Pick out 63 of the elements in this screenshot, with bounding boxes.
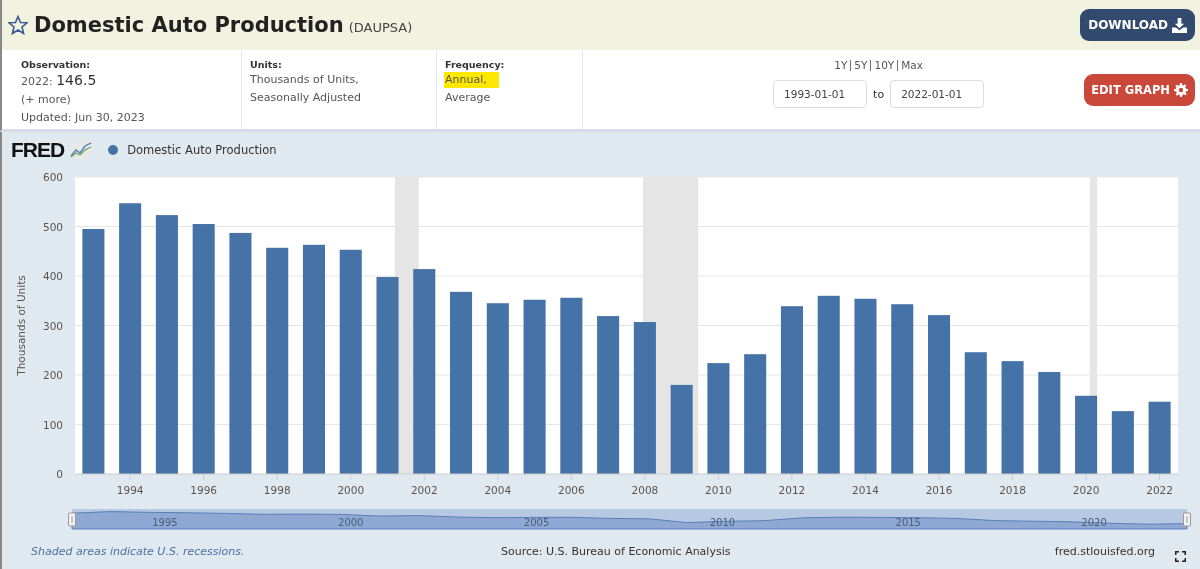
y-tick-label: 600 xyxy=(42,171,63,183)
range-link[interactable]: Max xyxy=(897,60,926,71)
end-date-field[interactable]: 2022-01-01 xyxy=(890,80,985,108)
updated-date: Updated: Jun 30, 2023 xyxy=(21,110,145,126)
range-link[interactable]: 5Y xyxy=(850,60,871,71)
download-icon xyxy=(1172,17,1187,33)
x-tick-label: 2020 xyxy=(1072,484,1100,496)
fullscreen-icon[interactable] xyxy=(1175,550,1186,562)
y-tick-label: 200 xyxy=(42,369,63,381)
x-tick-label: 2010 xyxy=(705,484,732,496)
navigator-year-label: 2005 xyxy=(523,517,550,528)
units-value: Thousands of Units, xyxy=(250,72,359,88)
x-tick-label: 2012 xyxy=(778,484,806,496)
navigator-year-label: 2010 xyxy=(709,517,736,528)
series-title: Domestic Auto Production xyxy=(34,13,344,37)
x-tick-label: 2016 xyxy=(925,484,953,496)
y-tick-label: 100 xyxy=(42,418,63,431)
edit-graph-button[interactable]: EDIT GRAPH xyxy=(1084,73,1195,106)
range-link[interactable]: 10Y xyxy=(870,60,898,71)
x-tick-label: 2000 xyxy=(337,484,365,496)
to-label: to xyxy=(873,87,885,101)
frequency-label: Frequency: xyxy=(445,59,506,70)
y-tick-label: 500 xyxy=(42,220,63,233)
y-tick-label: 0 xyxy=(56,468,63,480)
navigator-handle[interactable] xyxy=(68,512,76,527)
download-button[interactable]: DOWNLOAD xyxy=(1080,9,1195,41)
observation-value: 146.5 xyxy=(56,72,97,88)
x-tick-label: 1998 xyxy=(263,484,291,496)
legend-label[interactable]: Domestic Auto Production xyxy=(127,142,277,157)
gear-icon xyxy=(1174,82,1188,97)
units-label: Units: xyxy=(250,59,283,70)
x-tick-label: 2008 xyxy=(631,484,659,496)
logo[interactable]: FRED xyxy=(11,137,65,162)
range-link[interactable]: 1Y xyxy=(831,60,851,71)
y-tick-label: 400 xyxy=(42,270,63,282)
site-link[interactable]: fred.stlouisfed.org xyxy=(1054,544,1155,558)
x-tick-label: 2018 xyxy=(999,484,1026,496)
y-tick-label: 300 xyxy=(42,319,63,332)
y-axis-title: Thousands of Units xyxy=(15,275,27,376)
navigator-year-label: 1995 xyxy=(152,517,178,528)
x-tick-label: 1996 xyxy=(190,484,218,496)
x-tick-label: 2006 xyxy=(558,484,585,496)
navigator-handle[interactable] xyxy=(1183,512,1191,527)
x-tick-label: 2004 xyxy=(484,484,512,496)
series-id: (DAUPSA) xyxy=(348,20,413,35)
recession-note: Shaded areas indicate U.S. recessions. xyxy=(31,544,246,558)
units-value: Seasonally Adjusted xyxy=(250,90,361,106)
start-date-field[interactable]: 1993-01-01 xyxy=(773,80,868,108)
x-tick-label: 2022 xyxy=(1146,484,1173,496)
x-tick-label: 2002 xyxy=(410,484,438,496)
observation-label: Observation: xyxy=(21,59,92,70)
x-tick-label: 1994 xyxy=(116,484,144,496)
navigator-year-label: 2000 xyxy=(338,517,364,528)
source-text: Source: U.S. Bureau of Economic Analysis xyxy=(501,544,732,558)
chart-icon xyxy=(70,140,93,159)
more-link[interactable]: (+ more) xyxy=(21,92,71,108)
frequency-value: Average xyxy=(444,90,492,106)
navigator-year-label: 2020 xyxy=(1081,517,1107,528)
highlighted-text: Annual, xyxy=(444,72,499,88)
observation-date: 2022: xyxy=(21,75,53,88)
navigator-year-label: 2015 xyxy=(895,517,921,528)
star-icon[interactable] xyxy=(8,15,28,35)
x-tick-label: 2014 xyxy=(852,484,879,496)
